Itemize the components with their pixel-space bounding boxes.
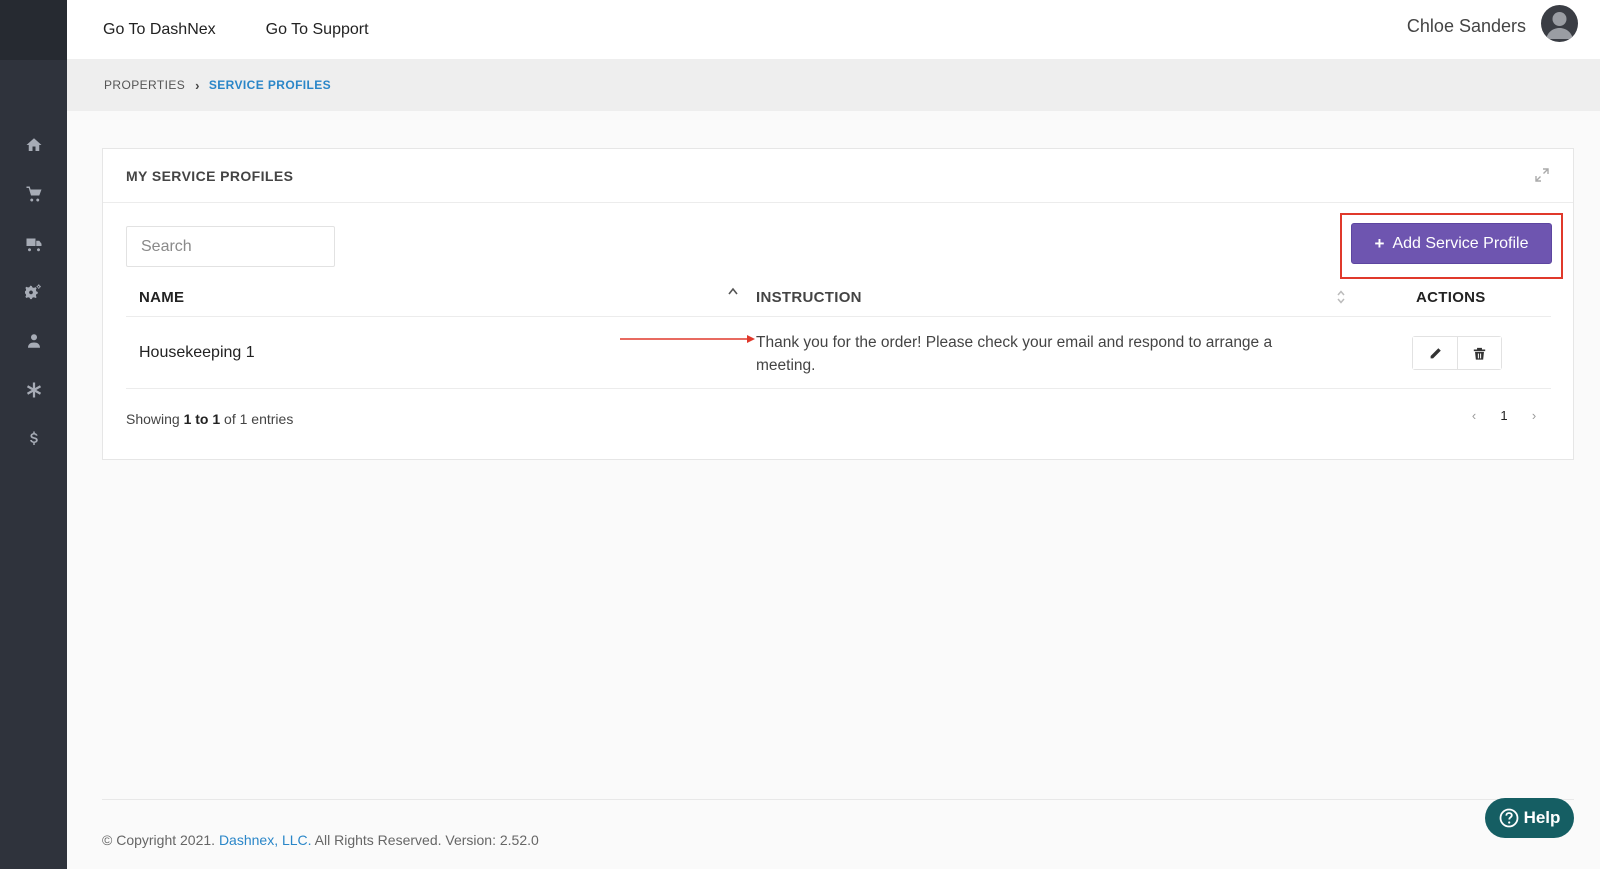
chevron-right-icon: › [195,77,200,93]
card-header: MY SERVICE PROFILES [103,149,1573,203]
add-service-profile-button[interactable]: + Add Service Profile [1351,223,1552,264]
row-instruction: Thank you for the order! Please check yo… [756,334,1273,374]
expand-icon[interactable] [1535,168,1549,182]
sort-asc-icon[interactable] [728,287,738,295]
avatar-icon [1546,12,1573,39]
table-header: NAME INSTRUCTION ACTIONS [126,277,1551,317]
pagination: ‹ 1 › [1459,408,1549,423]
sidebar-item-home[interactable] [0,120,67,169]
sidebar-item-shipping[interactable] [0,218,67,267]
column-header-instruction[interactable]: INSTRUCTION [756,289,862,306]
asterisk-icon [26,382,41,397]
go-to-dashnex-link[interactable]: Go To DashNex [103,21,216,39]
home-icon [26,137,41,151]
top-navbar: Go To DashNex Go To Support Chloe Sander… [67,0,1600,59]
go-to-support-link[interactable]: Go To Support [266,21,369,39]
table-row: Housekeeping 1 Thank you for the order! … [126,318,1551,389]
help-label: Help [1523,808,1561,827]
next-page-button[interactable]: › [1519,408,1549,423]
cart-icon [26,186,41,201]
column-header-actions: ACTIONS [1416,289,1486,306]
row-actions [1412,336,1502,370]
user-name[interactable]: Chloe Sanders [1407,16,1526,37]
card-title: MY SERVICE PROFILES [126,167,294,184]
help-button[interactable]: Help [1485,798,1574,838]
sidebar [0,0,67,869]
question-circle-icon [1499,808,1518,828]
sort-icon[interactable] [1336,289,1346,305]
plus-icon: + [1374,233,1385,253]
footer-divider [102,799,1574,800]
delete-button[interactable] [1457,337,1501,369]
gears-icon [24,284,41,299]
edit-button[interactable] [1413,337,1457,369]
dollar-icon [29,431,38,445]
footer-prefix: © Copyright 2021. [102,832,219,848]
row-name: Housekeeping 1 [139,344,255,361]
sidebar-logo-area [0,0,67,60]
breadcrumb-properties[interactable]: PROPERTIES [104,78,185,92]
entries-info: Showing 1 to 1 of 1 entries [126,411,293,427]
sidebar-item-settings[interactable] [0,267,67,316]
annotation-arrow [620,335,755,343]
user-icon [27,333,40,348]
sidebar-item-integrations[interactable] [0,365,67,414]
avatar[interactable] [1541,5,1578,42]
column-header-name[interactable]: NAME [139,289,184,306]
entries-prefix: Showing [126,411,184,427]
sidebar-item-store[interactable] [0,169,67,218]
footer: © Copyright 2021. Dashnex, LLC. All Righ… [102,832,539,848]
sidebar-item-users[interactable] [0,316,67,365]
sidebar-item-billing[interactable] [0,414,67,463]
breadcrumb: PROPERTIES › SERVICE PROFILES [67,59,1600,111]
breadcrumb-service-profiles: SERVICE PROFILES [208,78,332,92]
page-1-button[interactable]: 1 [1489,408,1519,423]
truck-icon [26,238,41,251]
service-profiles-card: MY SERVICE PROFILES + Add Service Profil… [102,148,1574,460]
footer-suffix: All Rights Reserved. Version: 2.52.0 [311,832,539,848]
prev-page-button[interactable]: ‹ [1459,408,1489,423]
entries-range: 1 to 1 [183,411,221,427]
pencil-icon [1430,347,1441,358]
add-service-profile-label: Add Service Profile [1392,234,1529,252]
trash-icon [1473,347,1486,360]
entries-suffix: of 1 entries [220,411,294,427]
search-input[interactable] [126,226,335,267]
footer-company-link[interactable]: Dashnex, LLC. [219,832,312,848]
